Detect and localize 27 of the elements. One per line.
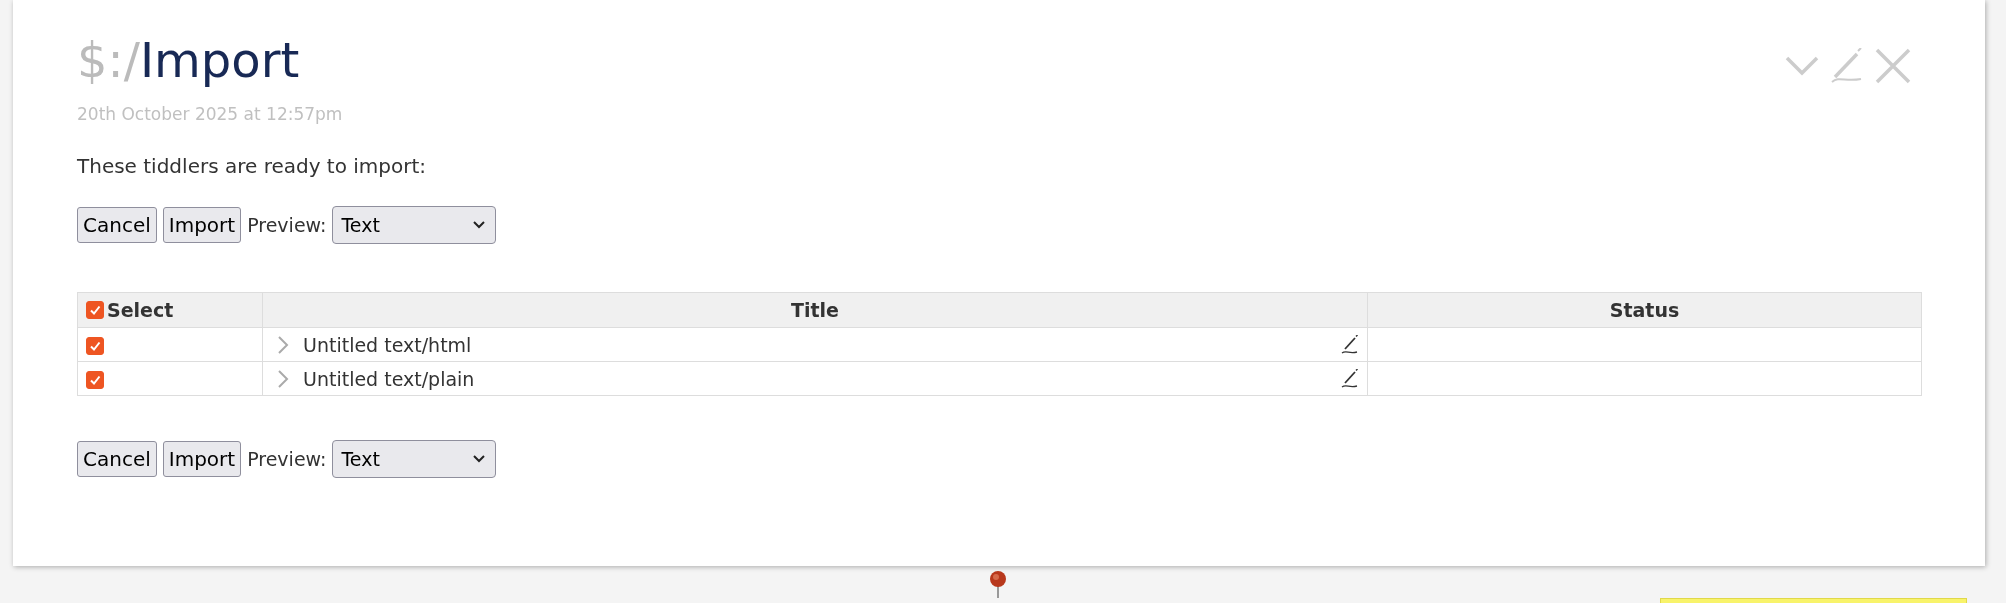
column-label: Select [107,299,174,321]
chevron-right-icon[interactable] [277,369,289,388]
action-button[interactable]: Import [162,441,242,477]
caret-icon [473,221,486,229]
checkbox[interactable] [86,371,104,389]
chevron-right-icon[interactable] [277,335,289,354]
checkbox[interactable] [86,301,104,319]
check-icon [88,373,102,387]
column-header: Title [262,292,1368,328]
caret-icon [473,455,486,463]
intro-text: These tiddlers are ready to import: [77,154,428,178]
action-button[interactable]: Cancel [77,207,157,243]
preview-dropdown[interactable]: Text [332,206,497,244]
pencil-icon[interactable] [1341,334,1359,355]
modified-date: 20th October 2025 at 12:57pm [77,104,344,124]
preview-label: Preview: [247,214,327,236]
action-button[interactable]: Cancel [77,441,157,477]
checkbox[interactable] [86,337,104,355]
check-icon [88,303,102,317]
check-icon [88,339,102,353]
tiddler-title: $:/Import [77,31,300,90]
preview-label: Preview: [247,448,327,470]
pencil-icon[interactable] [1341,368,1359,389]
preview-dropdown[interactable]: Text [332,440,497,478]
action-button[interactable]: Import [162,207,242,243]
pin-drawing [988,570,1008,598]
column-header: Status [1367,292,1922,328]
